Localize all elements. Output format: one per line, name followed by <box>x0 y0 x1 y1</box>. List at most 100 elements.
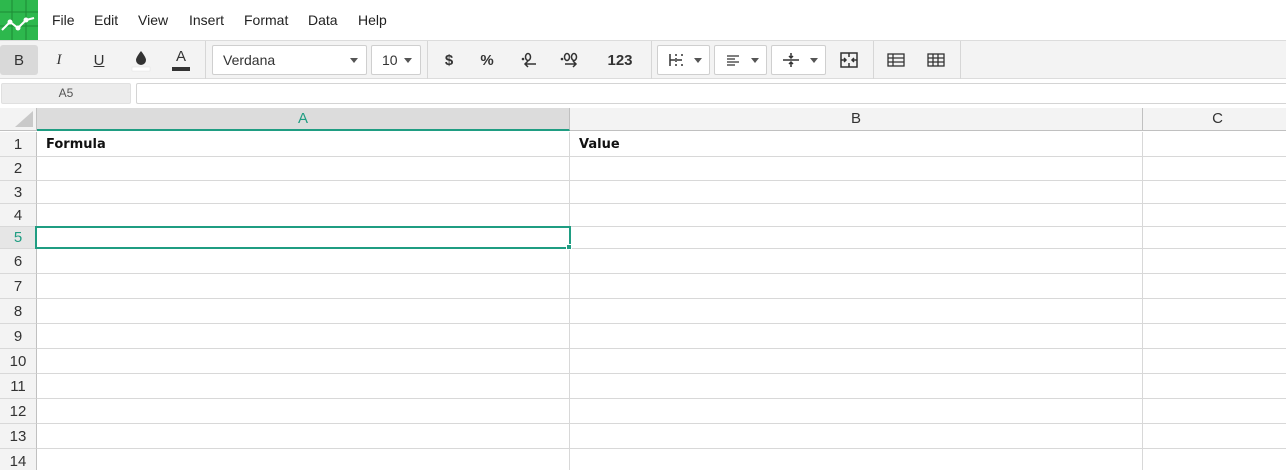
text-color-button[interactable]: A <box>164 45 198 75</box>
row-header-2[interactable]: 2 <box>0 157 37 181</box>
cell-b4[interactable] <box>570 204 1143 227</box>
font-size-select[interactable]: 10 <box>371 45 421 75</box>
cell-b12[interactable] <box>570 399 1143 424</box>
column-header-c[interactable]: C <box>1143 108 1286 131</box>
currency-icon: $ <box>444 51 454 69</box>
decrease-decimal-button[interactable] <box>512 45 546 75</box>
cell-c8[interactable] <box>1143 299 1286 324</box>
font-family-select[interactable]: Verdana <box>212 45 367 75</box>
cell-b5[interactable] <box>570 227 1143 249</box>
row-header-12[interactable]: 12 <box>0 399 37 424</box>
cell-c4[interactable] <box>1143 204 1286 227</box>
cell-c13[interactable] <box>1143 424 1286 449</box>
cell-a7[interactable] <box>37 274 570 299</box>
menu-help[interactable]: Help <box>358 0 387 40</box>
cell-b11[interactable] <box>570 374 1143 399</box>
fill-color-icon <box>131 51 151 72</box>
cell-b14[interactable] <box>570 449 1143 470</box>
chevron-down-icon <box>810 58 818 63</box>
merge-cells-button[interactable] <box>831 45 867 75</box>
menu-view[interactable]: View <box>138 0 168 40</box>
cell-c7[interactable] <box>1143 274 1286 299</box>
number-format-button[interactable]: 123 <box>598 45 642 75</box>
bold-button[interactable]: B <box>0 45 38 75</box>
cell-c6[interactable] <box>1143 249 1286 274</box>
borders-dropdown[interactable] <box>657 45 710 75</box>
cell-a14[interactable] <box>37 449 570 470</box>
column-header-b[interactable]: B <box>570 108 1143 131</box>
cell-a10[interactable] <box>37 349 570 374</box>
cell-b13[interactable] <box>570 424 1143 449</box>
horizontal-align-dropdown[interactable] <box>714 45 767 75</box>
menu-format[interactable]: Format <box>244 0 288 40</box>
cell-a1[interactable]: Formula <box>37 132 570 157</box>
select-all-corner[interactable] <box>0 108 37 131</box>
cell-a13[interactable] <box>37 424 570 449</box>
row-header-8[interactable]: 8 <box>0 299 37 324</box>
column-header-a[interactable]: A <box>37 108 570 131</box>
formula-input[interactable] <box>136 83 1286 104</box>
cell-a12[interactable] <box>37 399 570 424</box>
cell-a2[interactable] <box>37 157 570 181</box>
increase-decimal-button[interactable] <box>553 45 587 75</box>
menu-bar: File Edit View Insert Format Data Help <box>0 0 1286 40</box>
fill-handle[interactable] <box>566 244 572 250</box>
cell-b6[interactable] <box>570 249 1143 274</box>
freeze-rows-button[interactable] <box>878 45 914 75</box>
grid-button[interactable] <box>918 45 954 75</box>
cell-c12[interactable] <box>1143 399 1286 424</box>
row-header-3[interactable]: 3 <box>0 181 37 204</box>
menu-file[interactable]: File <box>52 0 75 40</box>
menu-edit[interactable]: Edit <box>94 0 118 40</box>
cell-c11[interactable] <box>1143 374 1286 399</box>
cell-a6[interactable] <box>37 249 570 274</box>
borders-icon <box>669 54 683 66</box>
cell-c10[interactable] <box>1143 349 1286 374</box>
row-header-13[interactable]: 13 <box>0 424 37 449</box>
underline-button[interactable]: U <box>82 45 116 75</box>
cell-c5[interactable] <box>1143 227 1286 249</box>
font-size-value: 10 <box>382 52 398 68</box>
row-header-10[interactable]: 10 <box>0 349 37 374</box>
cell-a4[interactable] <box>37 204 570 227</box>
chevron-down-icon <box>694 58 702 63</box>
row-header-1[interactable]: 1 <box>0 132 37 157</box>
cell-b1[interactable]: Value <box>570 132 1143 157</box>
cell-c9[interactable] <box>1143 324 1286 349</box>
cell-c3[interactable] <box>1143 181 1286 204</box>
row-header-5[interactable]: 5 <box>0 227 37 249</box>
italic-button[interactable]: I <box>42 45 76 75</box>
cell-b8[interactable] <box>570 299 1143 324</box>
cell-a9[interactable] <box>37 324 570 349</box>
spreadsheet-grid: A B C 1 Formula Value 2 3 4 5 6 7 8 9 10 11 12 13 14 <box>0 108 1286 470</box>
row-header-4[interactable]: 4 <box>0 204 37 227</box>
row-header-6[interactable]: 6 <box>0 249 37 274</box>
cell-reference-box[interactable]: A5 <box>1 83 131 104</box>
cell-b3[interactable] <box>570 181 1143 204</box>
chevron-down-icon <box>404 58 412 63</box>
currency-button[interactable]: $ <box>432 45 466 75</box>
vertical-align-dropdown[interactable] <box>771 45 826 75</box>
cell-b10[interactable] <box>570 349 1143 374</box>
decrease-decimal-icon <box>521 52 536 68</box>
menu-data[interactable]: Data <box>308 0 338 40</box>
cell-b7[interactable] <box>570 274 1143 299</box>
cell-a8[interactable] <box>37 299 570 324</box>
cell-a3[interactable] <box>37 181 570 204</box>
cell-a5[interactable] <box>37 227 570 249</box>
cell-a11[interactable] <box>37 374 570 399</box>
cell-c2[interactable] <box>1143 157 1286 181</box>
cell-c1[interactable] <box>1143 132 1286 157</box>
row-header-14[interactable]: 14 <box>0 449 37 470</box>
row-header-9[interactable]: 9 <box>0 324 37 349</box>
row-header-11[interactable]: 11 <box>0 374 37 399</box>
fill-color-button[interactable] <box>124 45 158 75</box>
cell-b9[interactable] <box>570 324 1143 349</box>
cell-b2[interactable] <box>570 157 1143 181</box>
row-header-7[interactable]: 7 <box>0 274 37 299</box>
font-family-value: Verdana <box>223 52 276 68</box>
menu-insert[interactable]: Insert <box>189 0 224 40</box>
bold-icon: B <box>13 51 24 69</box>
percent-button[interactable]: % <box>470 45 504 75</box>
cell-c14[interactable] <box>1143 449 1286 470</box>
